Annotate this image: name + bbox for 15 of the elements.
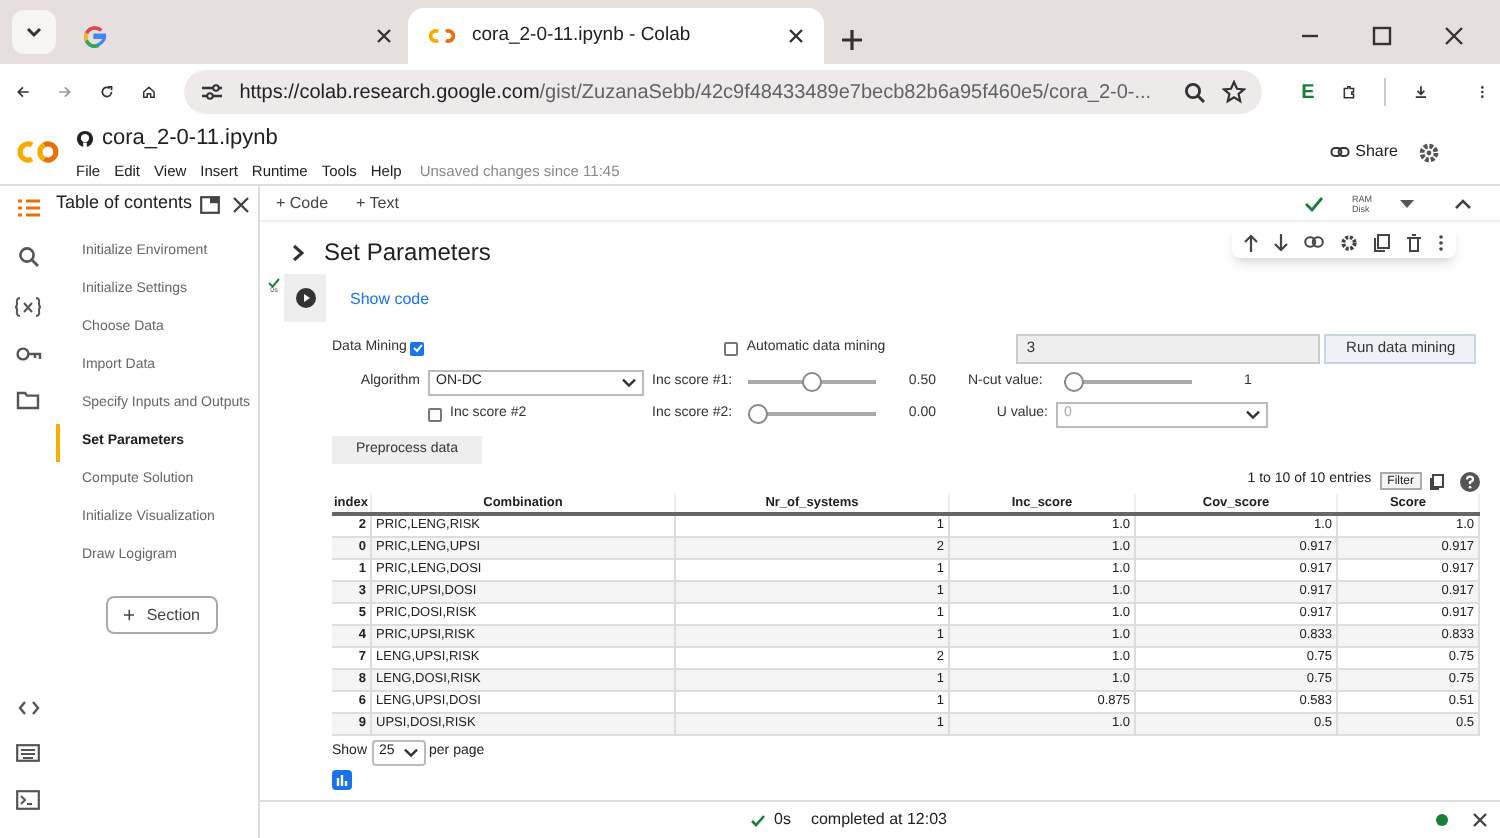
add-section-button[interactable]: Section [106,596,218,634]
show-code-link[interactable]: Show code [350,288,430,312]
status-message: completed at 12:03 [810,808,947,832]
url-text: https://colab.research.google.com/gist/ZuzanaSebb/42c9f48433489e7becb82b6a95f460e5/cora_2-0-... [239,79,1152,107]
browser-tab[interactable]: cora_2-0-11.ipynb - Colab [408,8,824,64]
share-button[interactable]: Share [1355,140,1398,164]
tab-title: cora_2-0-11.ipynb - Colab [472,21,693,50]
add-text-button[interactable]: + Text [356,191,399,215]
address-bar[interactable]: https://colab.research.google.com/gist/ZuzanaSebb/42c9f48433489e7becb82b6a95f460e5/cora_2-0-... [183,70,1262,114]
panel-title: Table of contents [56,190,193,217]
extension-button[interactable]: E [1301,77,1315,107]
section-heading: Set Parameters [324,236,491,270]
run-duration: 0s [774,808,791,832]
add-code-button[interactable]: + Code [276,191,329,215]
notebook-title[interactable]: cora_2-0-11.ipynb [102,122,278,156]
